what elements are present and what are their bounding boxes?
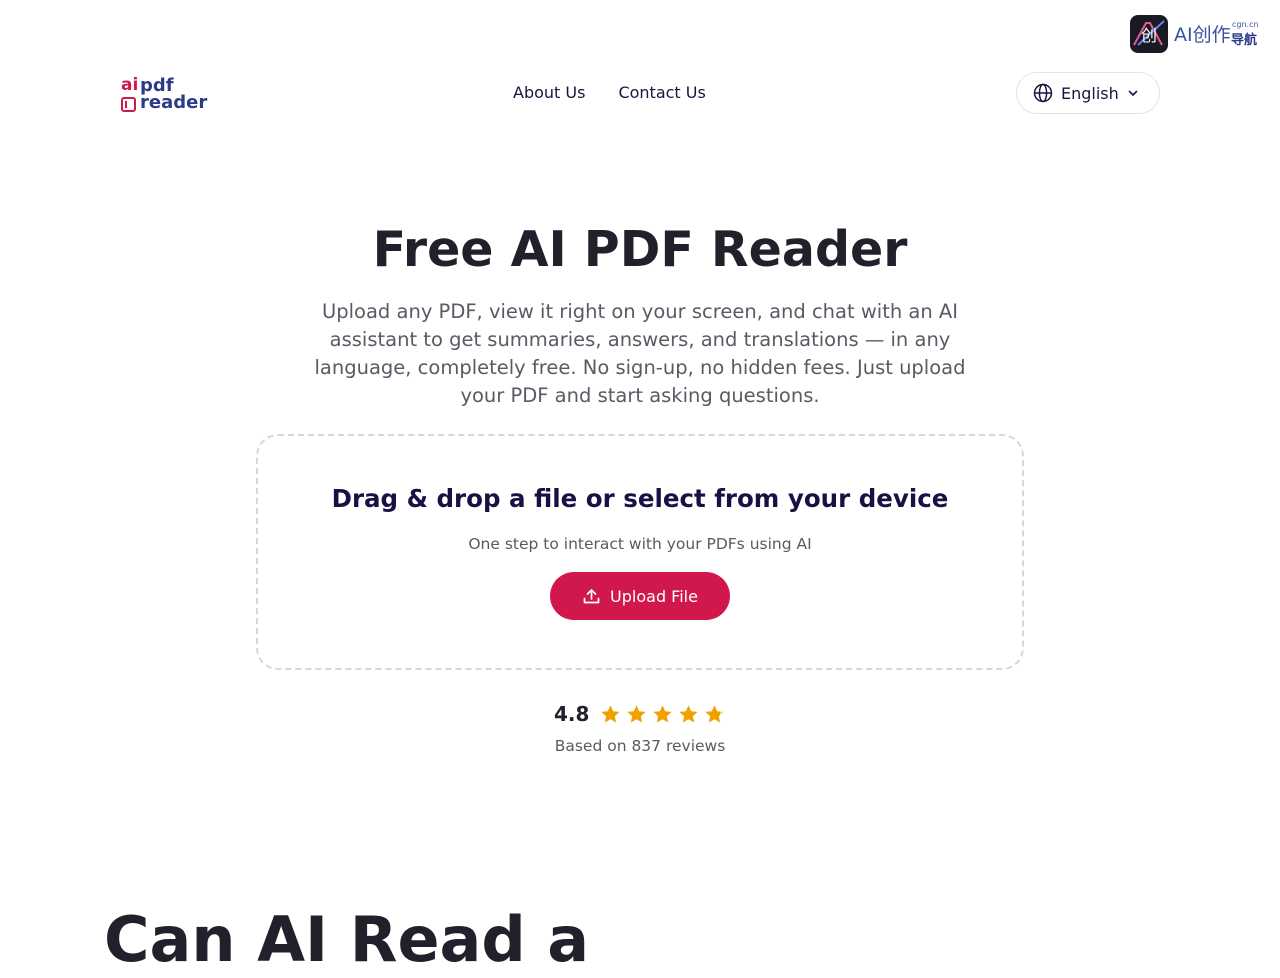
globe-icon bbox=[1033, 83, 1053, 103]
rating-summary: 4.8 bbox=[554, 702, 726, 726]
file-dropzone[interactable]: Drag & drop a file or select from your d… bbox=[256, 434, 1024, 670]
site-logo[interactable]: ai pdf reader bbox=[120, 75, 208, 113]
nav-contact-us[interactable]: Contact Us bbox=[618, 83, 705, 102]
dropzone-title: Drag & drop a file or select from your d… bbox=[331, 484, 949, 513]
watermark-label: 导航 bbox=[1231, 33, 1258, 48]
star-half-icon bbox=[705, 704, 725, 723]
ai-creation-nav-badge[interactable]: 创 AI创作 cgn.cn 导航 bbox=[1130, 15, 1264, 53]
dropzone-subtitle: One step to interact with your PDFs usin… bbox=[468, 535, 812, 553]
star-icon bbox=[679, 704, 699, 723]
ai-creation-nav-text: AI创作 cgn.cn 导航 bbox=[1174, 15, 1264, 53]
rating-reviews-count: Based on 837 reviews bbox=[554, 737, 726, 755]
ai-creation-nav-icon: 创 bbox=[1130, 15, 1168, 53]
logo-reader-text: reader bbox=[140, 92, 208, 113]
star-icon bbox=[627, 704, 647, 723]
rating-stars bbox=[599, 703, 726, 726]
chevron-down-icon bbox=[1128, 90, 1138, 96]
page-title: Free AI PDF Reader bbox=[372, 221, 908, 278]
site-header: ai pdf reader About Us Contact Us Englis… bbox=[0, 72, 1280, 114]
language-label: English bbox=[1061, 83, 1119, 103]
main-nav: About Us Contact Us bbox=[513, 83, 706, 102]
upload-file-button[interactable]: Upload File bbox=[550, 572, 730, 620]
rating-score: 4.8 bbox=[554, 702, 590, 726]
star-icon bbox=[601, 704, 621, 723]
svg-text:创: 创 bbox=[1141, 26, 1157, 45]
watermark-main: AI创作 bbox=[1174, 24, 1231, 46]
logo-ai-text: ai bbox=[121, 75, 139, 95]
section-heading: Can AI Read a bbox=[104, 903, 590, 976]
language-selector[interactable]: English bbox=[1016, 72, 1160, 114]
logo-document-icon bbox=[121, 97, 136, 112]
upload-icon bbox=[583, 588, 600, 603]
upload-button-label: Upload File bbox=[610, 586, 698, 606]
watermark-domain: cgn.cn bbox=[1232, 20, 1259, 29]
star-icon bbox=[653, 704, 673, 723]
hero-description: Upload any PDF, view it right on your sc… bbox=[314, 300, 966, 407]
nav-about-us[interactable]: About Us bbox=[513, 83, 585, 102]
